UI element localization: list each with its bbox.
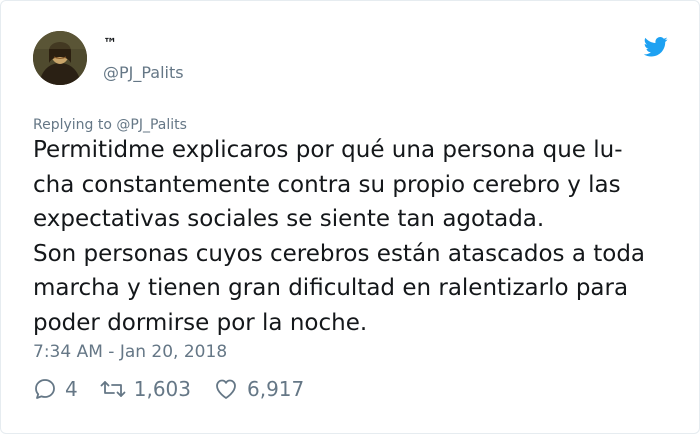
tweet-text-line: marcha y tienen gran dificultad en ralen… [33,275,629,301]
like-button[interactable]: 6,917 [213,377,304,401]
reply-context: Replying to @PJ_Palits [33,117,187,133]
retweet-count: 1,603 [133,377,191,401]
reply-button[interactable]: 4 [33,377,78,401]
reply-mention-link[interactable]: @PJ_Palits [116,117,187,133]
retweet-icon [100,381,126,397]
tweet-text: Permitidme explicaros por qué una person… [33,133,683,340]
tweet-text-line: expectativas sociales se siente tan agot… [33,206,545,232]
reply-bubble-icon [35,379,55,399]
tweet-text-line: Son personas cuyos cerebros están atasca… [33,240,646,267]
tweet-actions: 4 1,603 6,917 [33,377,326,401]
display-name[interactable]: ™ [103,36,117,52]
avatar[interactable] [33,31,87,85]
reply-prefix: Replying to [33,117,112,133]
avatar-portrait-image [33,31,87,85]
retweet-button[interactable]: 1,603 [100,377,191,401]
tweet-text-line: cha constantemente contra su propio cere… [33,171,621,198]
tweet-timestamp[interactable]: 7:34 AM - Jan 20, 2018 [33,342,227,362]
like-count: 6,917 [247,377,305,401]
tweet-text-line: Permitidme explicaros por qué una person… [33,137,623,163]
heart-icon [216,379,236,399]
tweet-card: ™ @PJ_Palits Replying to @PJ_Palits Perm… [0,0,700,434]
tweet-text-line: poder dormirse por la noche. [33,309,368,336]
reply-count: 4 [65,377,78,401]
user-handle[interactable]: @PJ_Palits [103,63,184,82]
twitter-bird-icon[interactable] [643,37,668,57]
